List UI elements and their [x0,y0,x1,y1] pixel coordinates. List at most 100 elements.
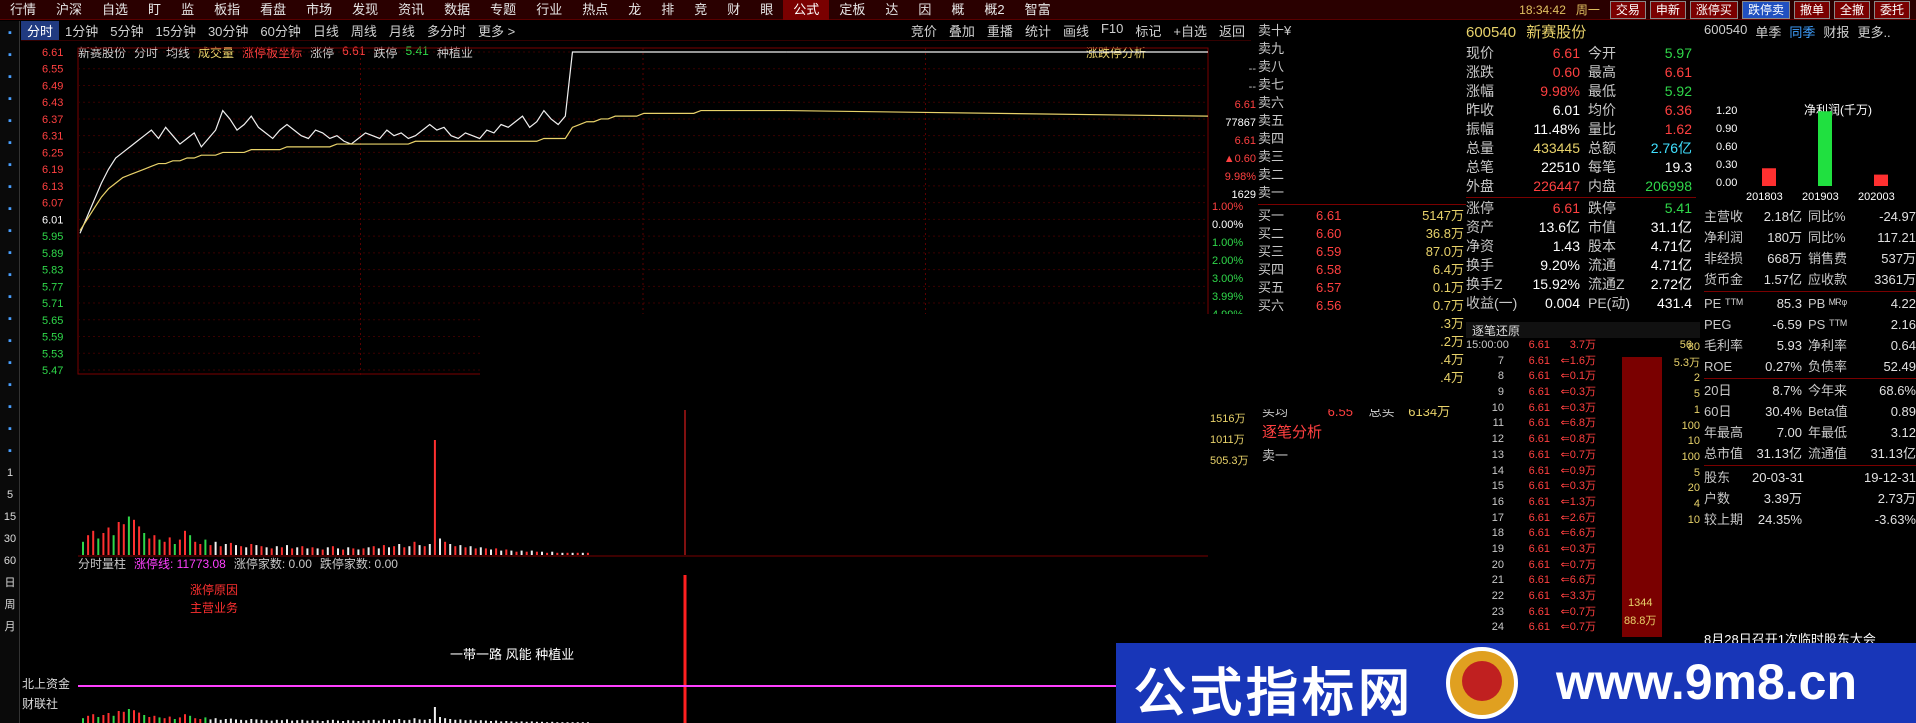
menu-item-2[interactable]: 自选 [92,0,138,20]
tool-4[interactable]: 画线 [1063,21,1089,40]
calc-icon[interactable]: ▪ [1,265,19,285]
tab-0[interactable]: 分时 [21,21,60,40]
period-shortcut-7[interactable]: 月 [1,617,19,637]
menu-item-16[interactable]: 竞 [684,0,717,20]
circle-icon[interactable]: ▪ [1,287,19,307]
fin-key2: 流通值 [1808,446,1848,461]
menu-item-0[interactable]: 行情 [0,0,46,20]
tool-8[interactable]: 返回 [1219,21,1245,40]
period-shortcut-1[interactable]: 5 [1,485,19,505]
menu-item-24[interactable]: 概2 [974,0,1014,20]
arrow-right-icon[interactable]: ▪ [1,45,19,65]
menu-item-18[interactable]: 眼 [750,0,783,20]
tool-2[interactable]: 重播 [987,21,1013,40]
tab-10[interactable]: 更多 > [472,21,521,40]
trade-button-3[interactable]: 跌停卖 [1741,0,1790,19]
trade-button-4[interactable]: 撤单 [1793,0,1830,19]
fin-tab-1[interactable]: 单季 [1755,22,1781,41]
menu-item-7[interactable]: 市场 [296,0,342,20]
trade-time: 8 [1497,370,1504,383]
fin-row-3: 货币金 1.57亿 应收款 3361万 [1704,269,1916,290]
f10-icon[interactable]: ▪ [1,221,19,241]
cls-label[interactable]: 财联社 [22,694,70,714]
trade-button-1[interactable]: 申新 [1649,0,1686,19]
pen-icon[interactable]: ▪ [1,397,19,417]
menu-item-14[interactable]: 龙 [618,0,651,20]
trade-button-0[interactable]: 交易 [1609,0,1646,19]
menu-item-9[interactable]: 资讯 [388,0,434,20]
table-icon[interactable]: ▪ [1,243,19,263]
list-icon[interactable]: ▪ [1,199,19,219]
menu-item-6[interactable]: 看盘 [250,0,296,20]
trade-button-5[interactable]: 全撤 [1833,0,1870,19]
buy-price: 6.60 [1316,226,1342,241]
menu-item-21[interactable]: 达 [875,0,908,20]
tab-3[interactable]: 15分钟 [149,21,201,40]
bottom-volume-bar [235,719,237,723]
menu-item-17[interactable]: 财 [717,0,750,20]
wave-icon[interactable]: ▪ [1,309,19,329]
hist-icon[interactable]: ▪ [1,331,19,351]
arrow-down-icon[interactable]: ▪ [1,89,19,109]
tool-5[interactable]: F10 [1101,21,1123,40]
menu-item-22[interactable]: 因 [908,0,941,20]
arrow-up-icon[interactable]: ▪ [1,67,19,87]
menu-item-23[interactable]: 概 [941,0,974,20]
tick-analysis-link[interactable]: 逐笔分析 [1262,421,1322,442]
indicator-title[interactable]: 分时量柱 [78,555,126,572]
bars2-icon[interactable]: ▪ [1,353,19,373]
side-values: -- -- 6.61 77867 6.61 ▲0.60 9.98% 1629 [1220,60,1256,204]
tab-1[interactable]: 1分钟 [59,21,104,40]
refresh-icon[interactable]: ▪ [1,111,19,131]
fin-tab-2[interactable]: 同季 [1789,22,1815,41]
tool-0[interactable]: 竞价 [911,21,937,40]
menu-item-13[interactable]: 热点 [572,0,618,20]
menu-item-15[interactable]: 排 [651,0,684,20]
north-fund-label[interactable]: 北上资金 [22,674,70,694]
trade-button-2[interactable]: 涨停买 [1689,0,1738,19]
percent-icon[interactable]: ▪ [1,375,19,395]
fin-key2: 应收款 [1808,272,1848,287]
period-shortcut-6[interactable]: 周 [1,595,19,615]
fs-icon[interactable]: ▪ [1,419,19,439]
menu-item-1[interactable]: 沪深 [46,0,92,20]
menu-item-25[interactable]: 智富 [1015,0,1061,20]
fin-row-12: 股东 20-03-31 19-12-31 [1704,467,1916,488]
fin-value2: 31.13亿 [1870,446,1916,461]
tab-5[interactable]: 60分钟 [254,21,306,40]
period-shortcut-2[interactable]: 15 [1,507,19,527]
clock-icon[interactable]: ▪ [1,441,19,461]
arrow-left-icon[interactable]: ▪ [1,23,19,43]
menu-item-11[interactable]: 专题 [480,0,526,20]
menu-item-20[interactable]: 定板 [829,0,875,20]
bars-icon[interactable]: ▪ [1,177,19,197]
tab-7[interactable]: 周线 [345,21,383,40]
trades-header[interactable]: 逐笔还原 [1466,322,1700,338]
period-shortcut-0[interactable]: 1 [1,463,19,483]
trade-button-6[interactable]: 委托 [1873,0,1910,19]
tab-4[interactable]: 30分钟 [202,21,254,40]
tab-8[interactable]: 月线 [383,21,421,40]
menu-item-10[interactable]: 数据 [434,0,480,20]
period-shortcut-5[interactable]: 日 [1,573,19,593]
period-shortcut-4[interactable]: 60 [1,551,19,571]
menu-item-19[interactable]: 公式 [783,0,830,20]
fin-tab-3[interactable]: 财报 [1823,22,1849,41]
tab-9[interactable]: 多分时 [421,21,472,40]
menu-item-4[interactable]: 监 [171,0,204,20]
chart-line-icon[interactable]: ▪ [1,155,19,175]
fin-tab-0[interactable]: 600540 [1704,22,1747,41]
tool-3[interactable]: 统计 [1025,21,1051,40]
tool-1[interactable]: 叠加 [949,21,975,40]
period-shortcut-3[interactable]: 30 [1,529,19,549]
tab-6[interactable]: 日线 [307,21,345,40]
menu-item-8[interactable]: 发现 [342,0,388,20]
tab-2[interactable]: 5分钟 [104,21,149,40]
fin-tab-4[interactable]: 更多.. [1857,22,1890,41]
menu-item-5[interactable]: 板指 [204,0,250,20]
menu-item-3[interactable]: 盯 [138,0,171,20]
grid-icon[interactable]: ▪ [1,133,19,153]
tool-7[interactable]: +自选 [1173,21,1207,40]
menu-item-12[interactable]: 行业 [526,0,572,20]
tool-6[interactable]: 标记 [1135,21,1161,40]
